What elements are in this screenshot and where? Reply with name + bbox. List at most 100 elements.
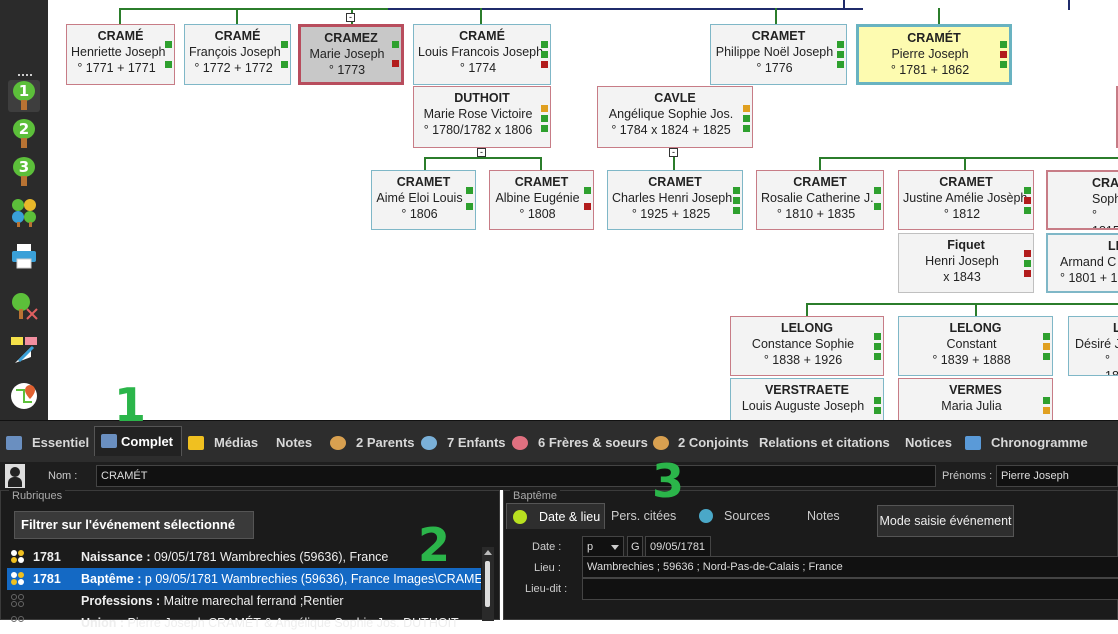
person-box-partial[interactable]: LEL Armand C ° 1801 + 1 [1046,233,1118,293]
subtab-notes[interactable]: Notes [807,503,840,529]
events-scrollbar[interactable] [482,547,494,621]
person-box[interactable]: Fiquet Henri Joseph x 1843 [898,233,1034,293]
event-entry-mode-button[interactable]: Mode saisie événement [877,505,1014,537]
lieu-label: Lieu : [534,562,561,574]
lieudit-label: Lieu-dit : [525,583,568,595]
tab-conjoints[interactable]: 2 Conjoints [678,431,749,455]
chronogram-icon [965,436,981,450]
lieu-field[interactable]: Wambrechies ; 59636 ; Nord-Pas-de-Calais… [582,556,1118,578]
person-box[interactable]: CRAMÉ Henriette Joseph ° 1771 + 1771 [66,24,175,85]
tab-chronogramme[interactable]: Chronogramme [991,431,1088,455]
event-status-icon [11,594,25,608]
tree-1-icon: 1 [12,81,36,111]
tab-enfants[interactable]: 7 Enfants [447,431,506,455]
tab-parents[interactable]: 2 Parents [356,431,415,455]
event-status-icon [11,616,25,630]
person-box[interactable]: CRAMET Charles Henri Joseph ° 1925 + 182… [607,170,743,230]
date-label: Date : [532,541,562,553]
forest-icon [12,199,36,227]
sources-icon [699,509,713,523]
name-bar: Nom : CRAMÉT Prénoms : Pierre Joseph [0,462,1118,490]
map-button[interactable] [8,380,40,412]
person-box[interactable]: CRAMET Aimé Eloi Louis ° 1806 [371,170,476,230]
event-status-icon [11,572,25,586]
callout-1: 1 [114,378,147,432]
event-status-icon [11,550,25,564]
collapse-toggle[interactable]: - [477,148,486,157]
person-box[interactable]: CAVLE Angélique Sophie Jos. ° 1784 x 182… [597,86,753,148]
prenoms-field[interactable]: Pierre Joseph [996,465,1118,487]
tree-2-icon: 2 [12,119,36,149]
calendar-type-field[interactable]: G [627,536,643,558]
forest-button[interactable] [8,196,40,228]
person-box-partial[interactable]: LE Désiré J ° 18 [1068,316,1118,376]
lieudit-field[interactable] [582,578,1118,600]
person-box[interactable]: CRAMÉ Louis Francois Joseph ° 1774 [413,24,551,85]
person-box-partial[interactable]: CRA Soph ° 1815 [1046,170,1118,230]
essentiel-icon [6,436,22,450]
media-icon [188,436,204,450]
drag-handle[interactable] [18,74,32,76]
scroll-up-icon [484,550,492,555]
filter-event-button[interactable]: Filtrer sur l'événement sélectionné [14,511,254,539]
prune-tree-button[interactable] [8,290,40,322]
person-box-selected[interactable]: CRAMEZ Marie Joseph ° 1773 [298,24,404,85]
callout-2: 2 [418,518,451,572]
event-row-selected[interactable]: 1781 Baptême : p 09/05/1781 Wambrechies … [7,568,481,590]
nom-label: Nom : [48,470,78,482]
tab-essentiel[interactable]: Essentiel [32,431,89,455]
event-row[interactable]: Professions : Maitre marechal ferrand ;R… [7,590,481,612]
tab-notes[interactable]: Notes [276,431,312,455]
nom-field[interactable]: CRAMÉT [96,465,936,487]
tab-medias[interactable]: Médias [214,431,258,455]
parents-icon [330,436,346,450]
subtab-date-lieu[interactable]: Date & lieu [506,503,606,529]
person-box[interactable]: CRAMET Albine Eugénie ° 1808 [489,170,594,230]
person-box[interactable]: LELONG Constance Sophie ° 1838 + 1926 [730,316,884,376]
spouses-icon [653,436,669,450]
tab-notices[interactable]: Notices [905,431,952,455]
tree-1-button[interactable]: 1 [8,80,40,112]
map-pin-icon [11,383,37,409]
rubriques-title: Rubriques [9,490,66,502]
bapteme-panel: Baptême Date & lieu Pers. citées Sources… [503,490,1118,620]
pointer-icon [11,337,37,363]
person-box[interactable]: VERMES Maria Julia [898,378,1053,420]
person-box[interactable]: LELONG Constant ° 1839 + 1888 [898,316,1053,376]
print-button[interactable] [8,240,40,272]
tree-cut-icon [12,293,38,320]
person-box[interactable]: CRAMET Rosalie Catherine J. ° 1810 + 183… [756,170,884,230]
tree-3-button[interactable]: 3 [8,156,40,188]
event-row[interactable]: Union : Pierre Joseph CRAMÉT & Angélique… [7,612,481,634]
family-tree-view[interactable]: - CRAMÉ Henriette Joseph ° 1771 + 1771 C… [48,0,1118,420]
person-box-root[interactable]: CRAMÉT Pierre Joseph ° 1781 + 1862 [856,24,1012,85]
tab-relations[interactable]: Relations et citations [759,431,890,455]
portrait-icon[interactable] [5,464,25,488]
chevron-down-icon [611,545,619,550]
tree-2-button[interactable]: 2 [8,118,40,150]
person-box[interactable]: DUTHOIT Marie Rose Victoire ° 1780/1782 … [413,86,551,148]
select-pointer-button[interactable] [8,334,40,366]
subtab-sources[interactable]: Sources [724,503,770,529]
prenoms-label: Prénoms : [942,470,993,482]
person-box[interactable]: CRAMET Philippe Noël Joseph ° 1776 [710,24,847,85]
person-box[interactable]: CRAMÉ François Joseph ° 1772 + 1772 [184,24,291,85]
date-field[interactable]: 09/05/1781 [645,536,711,558]
person-box[interactable]: CRAMET Justine Amélie Josèph ° 1812 [898,170,1034,230]
printer-icon [12,244,36,269]
siblings-icon [512,436,528,450]
tree-3-icon: 3 [12,157,36,187]
date-lieu-icon [513,510,527,524]
collapse-toggle[interactable]: - [346,13,355,22]
tool-sidebar: 1 2 3 [0,0,48,420]
bapteme-title: Baptême [510,490,561,502]
complet-icon [101,434,117,448]
event-row[interactable]: 1781 Naissance : 09/05/1781 Wambrechies … [7,546,481,568]
callout-3: 3 [652,454,685,508]
person-box[interactable]: VERSTRAETE Louis Auguste Joseph [730,378,884,420]
detail-tabbar: Essentiel Complet Médias Notes 2 Parents… [0,420,1118,462]
collapse-toggle[interactable]: - [669,148,678,157]
children-icon [421,436,437,450]
tab-freres-soeurs[interactable]: 6 Frères & soeurs [538,431,648,455]
date-prefix-select[interactable]: p [582,536,624,558]
